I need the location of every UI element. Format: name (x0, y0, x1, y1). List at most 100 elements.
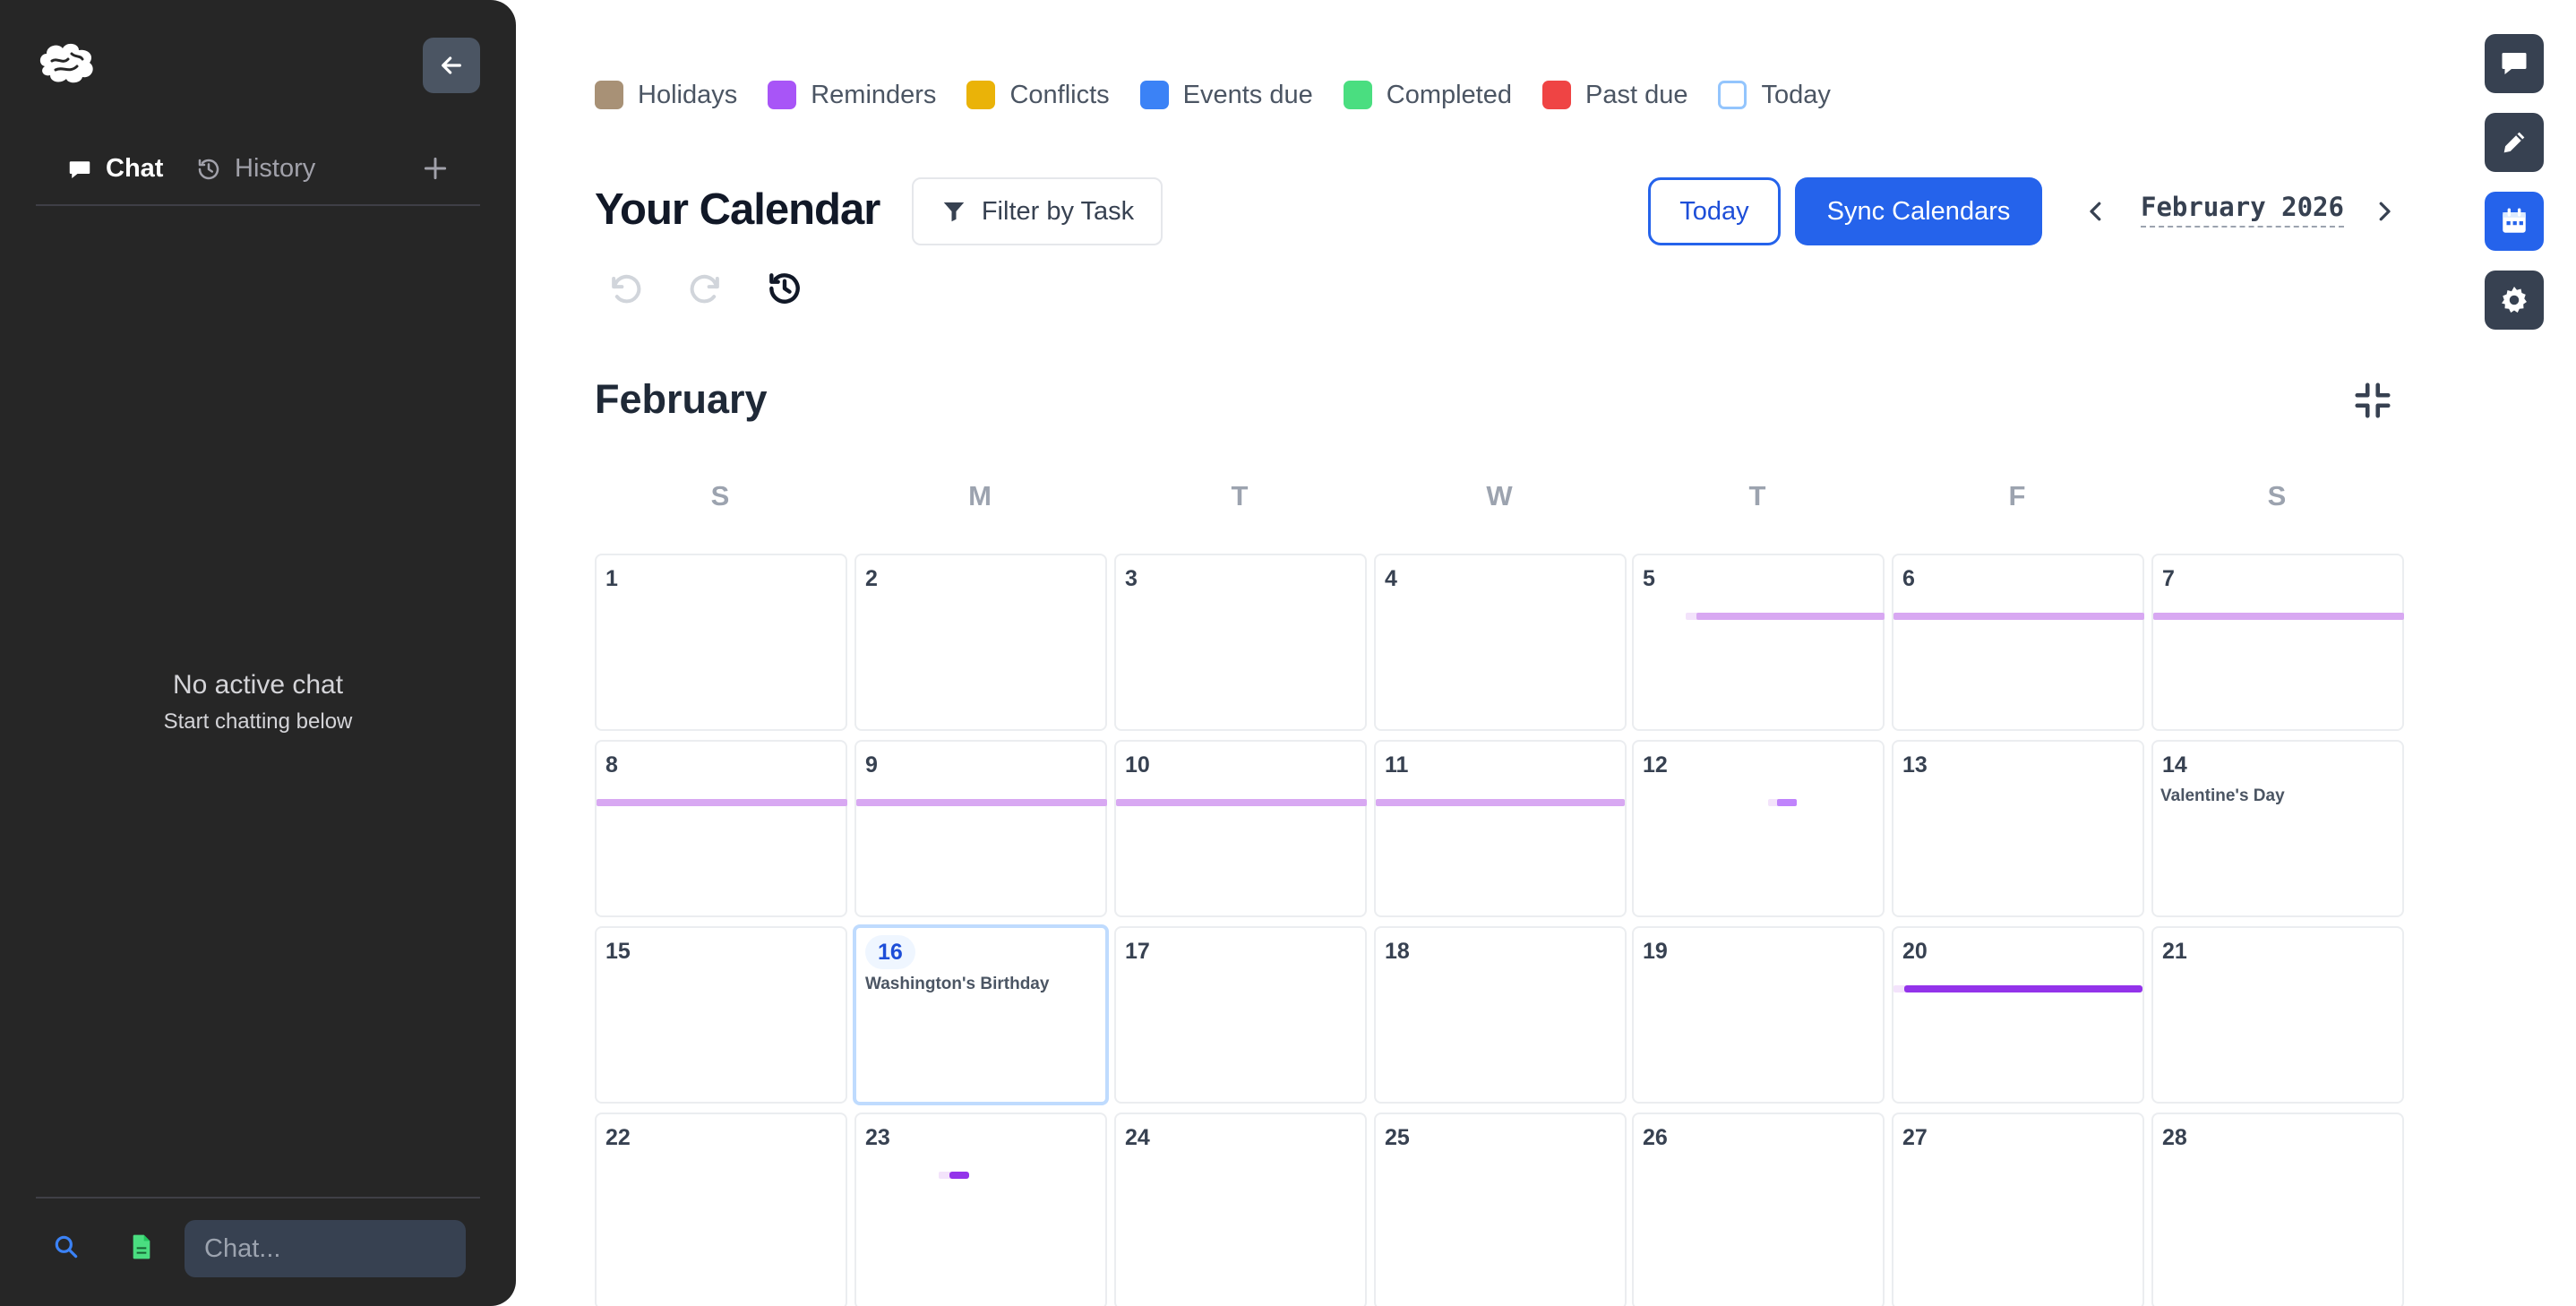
calendar-day[interactable]: 21 (2151, 926, 2404, 1104)
day-number: 13 (1902, 752, 1928, 778)
day-number: 20 (1902, 939, 1928, 964)
day-number: 5 (1643, 566, 1655, 591)
calendar-day[interactable]: 20 (1892, 926, 2144, 1104)
weekday-header: W (1486, 480, 1513, 511)
reminder-bar[interactable] (1893, 613, 2144, 620)
calendar-day[interactable]: 25 (1374, 1113, 1627, 1306)
day-number: 15 (605, 939, 631, 964)
day-number: 26 (1643, 1125, 1668, 1150)
calendar-month-title: February (595, 376, 768, 422)
edit-panel-button[interactable] (2485, 113, 2544, 172)
settings-panel-button[interactable] (2485, 271, 2544, 330)
calendar-day[interactable]: 1 (595, 554, 847, 731)
calendar-day[interactable]: 15 (595, 926, 847, 1104)
legend-swatch (768, 81, 797, 109)
calendar-day[interactable]: 24 (1114, 1113, 1367, 1306)
previous-month-button[interactable] (2076, 190, 2116, 233)
holiday-label[interactable]: Washington's Birthday (865, 975, 1049, 994)
calendar-day[interactable]: 18 (1374, 926, 1627, 1104)
reminder-bar[interactable] (2153, 613, 2404, 620)
calendar-day[interactable]: 10 (1114, 740, 1367, 917)
day-number: 9 (865, 752, 878, 778)
filter-by-task-button[interactable]: Filter by Task (912, 177, 1163, 245)
calendar-day[interactable]: 7 (2151, 554, 2404, 731)
legend-swatch (1139, 81, 1169, 109)
calendar-day[interactable]: 26 (1632, 1113, 1885, 1306)
redo-icon[interactable] (686, 269, 726, 308)
chat-panel-button[interactable] (2485, 34, 2544, 93)
day-number: 11 (1385, 752, 1409, 778)
chat-divider (36, 1197, 480, 1199)
calendar-day[interactable]: 9 (854, 740, 1107, 917)
day-number: 7 (2162, 566, 2175, 591)
legend-past-due: Past due (1542, 81, 1687, 110)
tab-history[interactable]: History (195, 154, 315, 184)
next-month-button[interactable] (2365, 190, 2404, 233)
tab-chat[interactable]: Chat (66, 154, 163, 184)
day-number: 18 (1385, 939, 1410, 964)
day-number: 3 (1125, 566, 1138, 591)
calendar-day[interactable]: 4 (1374, 554, 1627, 731)
tab-history-label: History (235, 154, 316, 183)
pencil-icon (2503, 132, 2525, 153)
chevron-left-icon (2090, 202, 2101, 221)
reminder-bar[interactable] (597, 799, 847, 806)
reminder-bar[interactable] (1116, 799, 1367, 806)
calendar-day[interactable]: 6 (1892, 554, 2144, 731)
day-number: 6 (1902, 566, 1915, 591)
calendar-icon (2503, 208, 2526, 233)
legend-swatch (966, 81, 996, 109)
day-number: 2 (865, 566, 878, 591)
weekday-header: M (968, 480, 992, 511)
calendar-day[interactable]: 3 (1114, 554, 1367, 731)
day-number: 17 (1125, 939, 1150, 964)
legend-reminders: Reminders (768, 81, 936, 110)
page-title: Your Calendar (595, 185, 880, 234)
calendar-day[interactable]: 22 (595, 1113, 847, 1306)
chat-input[interactable] (185, 1220, 466, 1277)
today-day-number: 16 (865, 935, 915, 969)
holiday-label[interactable]: Valentine's Day (2160, 786, 2285, 806)
reminder-bar[interactable] (1777, 799, 1797, 806)
day-number: 10 (1125, 752, 1150, 778)
calendar-day[interactable]: 2 (854, 554, 1107, 731)
calendar-day[interactable]: 13 (1892, 740, 2144, 917)
calendar-day[interactable]: 8 (595, 740, 847, 917)
undo-icon[interactable] (605, 269, 645, 308)
day-number: 8 (605, 752, 618, 778)
new-chat-button[interactable] (416, 149, 455, 188)
reminder-bar[interactable] (856, 799, 1107, 806)
collapse-view-icon[interactable] (2352, 380, 2393, 421)
calendar-day[interactable]: 14 Valentine's Day (2151, 740, 2404, 917)
calendar-day[interactable]: 27 (1892, 1113, 2144, 1306)
calendar-panel-button[interactable] (2485, 192, 2544, 251)
empty-chat-state: No active chat Start chatting below (0, 670, 516, 735)
legend-label: Completed (1386, 80, 1512, 109)
collapse-sidebar-button[interactable] (423, 38, 480, 93)
day-number: 14 (2162, 752, 2187, 778)
calendar-day[interactable]: 5 (1632, 554, 1885, 731)
legend-label: Events due (1182, 80, 1313, 109)
calendar-day-today[interactable]: 16 Washington's Birthday (853, 924, 1109, 1105)
search-icon[interactable] (52, 1233, 81, 1261)
reminder-bar[interactable] (1904, 985, 2142, 992)
weekday-header: T (1748, 480, 1766, 511)
document-icon[interactable] (127, 1233, 156, 1261)
history-icon (198, 159, 219, 179)
calendar-day[interactable]: 17 (1114, 926, 1367, 1104)
sync-calendars-button[interactable]: Sync Calendars (1795, 177, 2042, 245)
day-number: 23 (865, 1125, 890, 1150)
current-month-label[interactable]: February 2026 (2141, 192, 2344, 228)
reminder-bar[interactable] (949, 1172, 969, 1179)
today-button[interactable]: Today (1648, 177, 1781, 245)
calendar-day[interactable]: 28 (2151, 1113, 2404, 1306)
calendar-day[interactable]: 19 (1632, 926, 1885, 1104)
legend-swatch (595, 81, 623, 109)
calendar-day[interactable]: 11 (1374, 740, 1627, 917)
reminder-bar[interactable] (1376, 799, 1625, 806)
history-icon[interactable] (765, 269, 804, 308)
reminder-bar[interactable] (1696, 613, 1885, 620)
legend: Holidays Reminders Conflicts Events due … (595, 79, 1861, 111)
calendar-day[interactable]: 12 (1632, 740, 1885, 917)
calendar-day[interactable]: 23 (854, 1113, 1107, 1306)
